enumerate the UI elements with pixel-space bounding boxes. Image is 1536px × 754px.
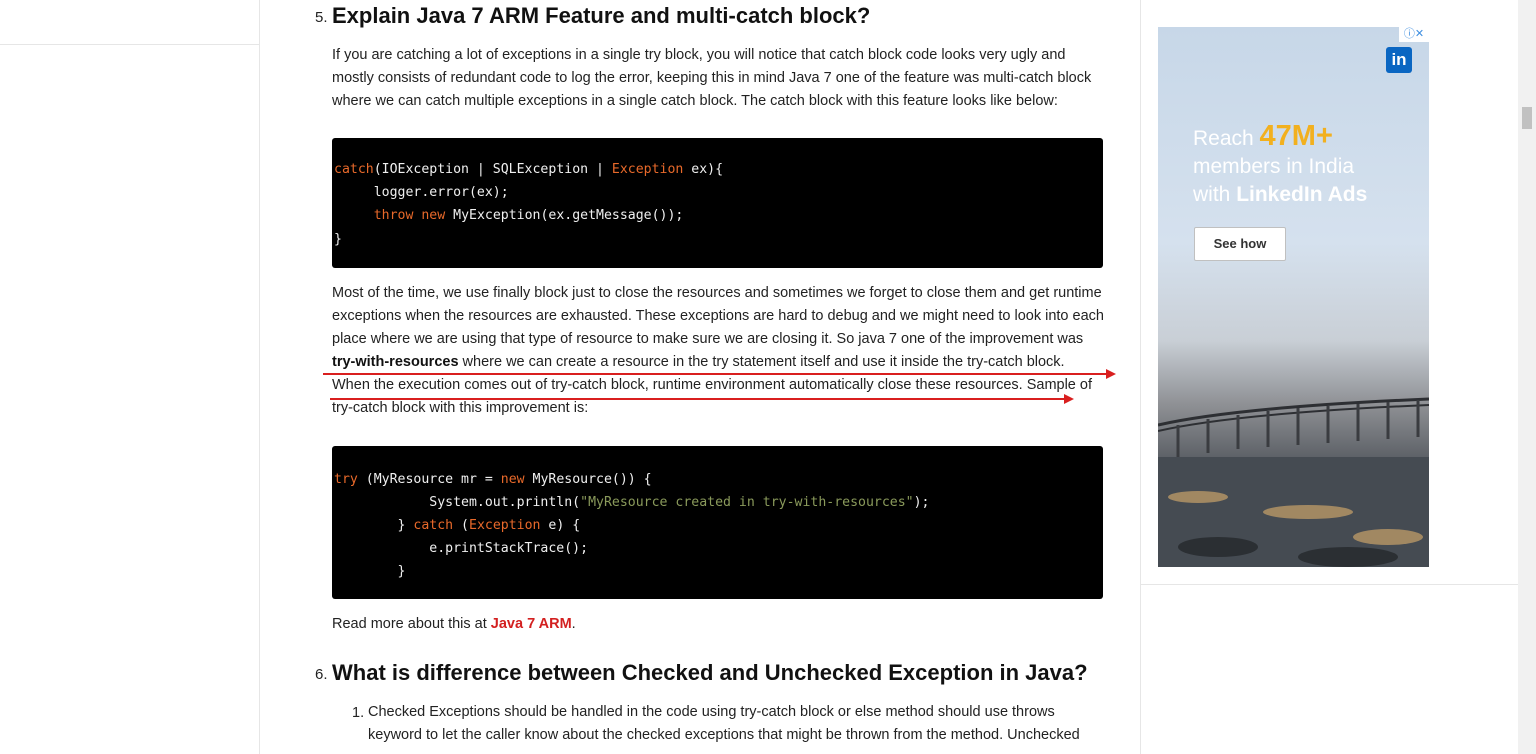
code-line: logger.error(ex); xyxy=(334,185,509,200)
code-line: System.out.println("MyResource created i… xyxy=(334,495,930,510)
sidebar-divider xyxy=(1141,584,1519,585)
ad-headline: Reach 47M+ members in India with LinkedI… xyxy=(1193,120,1368,207)
java7-arm-link[interactable]: Java 7 ARM xyxy=(491,616,572,632)
list-number: 1. xyxy=(352,705,365,721)
bold-term: try-with-resources xyxy=(332,354,459,370)
code-line: } xyxy=(334,232,342,247)
question-number: 6. xyxy=(315,666,328,683)
code-line: } catch (Exception e) { xyxy=(334,518,581,533)
code-line: try (MyResource mr = new MyResource()) { xyxy=(334,472,652,487)
article-content: 5. Explain Java 7 ARM Feature and multi-… xyxy=(0,0,1140,754)
adchoices-icon[interactable]: ⓘ✕ xyxy=(1399,27,1429,42)
linkedin-logo-icon: in xyxy=(1386,47,1412,73)
scrollbar[interactable] xyxy=(1518,0,1536,754)
code-line: throw new MyException(ex.getMessage()); xyxy=(373,208,684,223)
linkedin-ad[interactable]: ⓘ✕ in Reach 47M+ members in India with L… xyxy=(1158,27,1429,567)
code-line: catch(IOException | SQLException | Excep… xyxy=(334,162,724,177)
list-item: Checked Exceptions should be handled in … xyxy=(368,704,1080,743)
ad-members-count: 47M+ xyxy=(1259,120,1333,152)
scrollbar-thumb[interactable] xyxy=(1522,107,1532,129)
question-title: What is difference between Checked and U… xyxy=(332,660,1088,685)
code-line: } xyxy=(334,564,406,579)
bridge-image xyxy=(1158,397,1429,567)
see-how-button[interactable]: See how xyxy=(1194,227,1286,261)
annotation-arrow xyxy=(330,394,1074,404)
paragraph-multi-catch: If you are catching a lot of exceptions … xyxy=(332,47,1092,109)
read-more: Read more about this at Java 7 ARM. xyxy=(332,616,576,632)
annotation-arrow xyxy=(323,369,1116,379)
code-line: e.printStackTrace(); xyxy=(334,541,589,556)
code-block-try-with-resources: try (MyResource mr = new MyResource()) {… xyxy=(332,446,1103,599)
code-block-multi-catch: catch(IOException | SQLException | Excep… xyxy=(332,138,1103,268)
question-number: 5. xyxy=(315,9,328,26)
question-title: Explain Java 7 ARM Feature and multi-cat… xyxy=(332,3,871,28)
